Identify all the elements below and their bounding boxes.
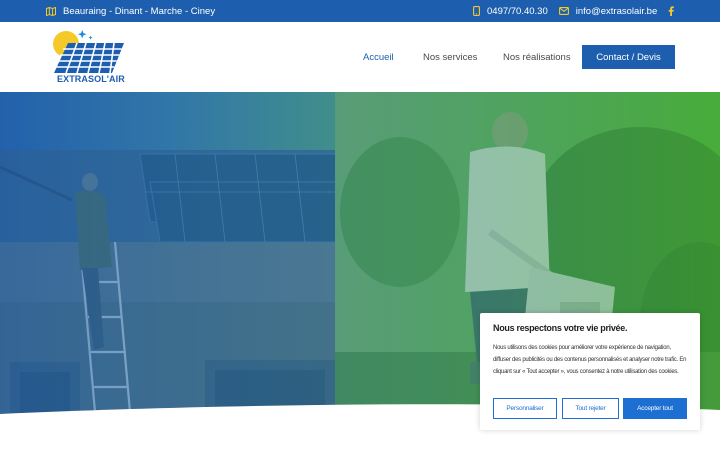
customize-button[interactable]: Personnaliser [493,398,557,419]
nav-accueil[interactable]: Accueil [363,46,394,68]
locations: Beauraing - Dinant - Marche - Ciney [46,0,215,22]
nav-realisations[interactable]: Nos réalisations [503,46,571,68]
cookie-banner: Nous respectons votre vie privée. Nous u… [480,313,700,430]
locations-text: Beauraing - Dinant - Marche - Ciney [63,5,216,17]
nav-services[interactable]: Nos services [423,46,477,68]
logo-text: EXTRASOL'AIR [57,74,125,84]
cookie-title: Nous respectons votre vie privée. [493,323,628,333]
top-bar: Beauraing - Dinant - Marche - Ciney 0497… [0,0,720,22]
phone-link[interactable]: 0497/70.40.30 [473,6,548,17]
site-header: EXTRASOL'AIR Accueil Nos services Nos ré… [0,22,720,92]
phone-icon [473,6,480,16]
email-link[interactable]: info@extrasolair.be [558,5,658,17]
map-icon [46,6,56,16]
phone-number: 0497/70.40.30 [487,5,548,17]
contact-devis-button[interactable]: Contact / Devis [582,45,675,69]
facebook-link[interactable] [668,6,675,16]
facebook-icon [668,6,675,16]
mail-icon [558,7,569,15]
contact-info: 0497/70.40.30 info@extrasolair.be [473,0,685,22]
email-address: info@extrasolair.be [575,5,658,17]
reject-all-button[interactable]: Tout rejeter [562,398,619,419]
cookie-text: Nous utilisons des cookies pour améliore… [493,345,687,375]
accept-all-button[interactable]: Accepter tout [623,398,687,419]
